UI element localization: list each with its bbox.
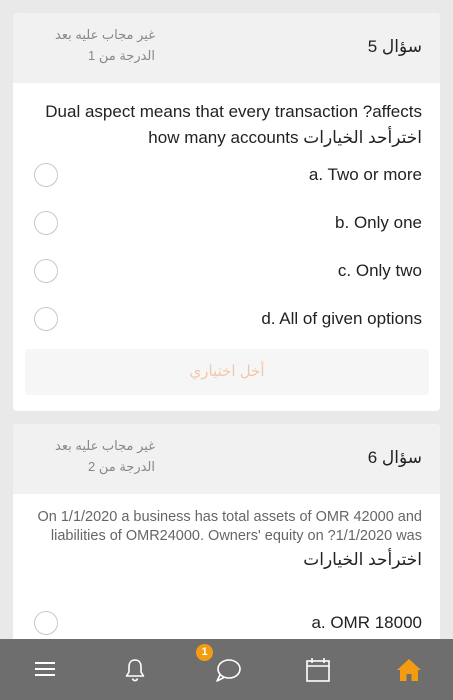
- calendar-icon[interactable]: [305, 657, 331, 683]
- bottom-tab-bar: 1: [0, 639, 453, 700]
- question-header: سؤال 6 غير مجاب عليه بعد الدرجة من 2: [13, 424, 440, 494]
- notifications-tab[interactable]: [90, 639, 180, 700]
- notification-badge: 1: [196, 644, 213, 661]
- question-number: سؤال 6: [367, 448, 422, 467]
- messages-tab[interactable]: [181, 639, 271, 700]
- answer-status: غير مجاب عليه بعد: [55, 27, 155, 42]
- menu-tab[interactable]: [0, 639, 90, 700]
- option-label[interactable]: b. Only one: [335, 213, 422, 233]
- bell-icon[interactable]: [123, 657, 147, 683]
- question-number: سؤال 5: [367, 37, 422, 56]
- grade-label: الدرجة من 2: [88, 459, 155, 474]
- option-a[interactable]: a. Two or more: [13, 155, 440, 195]
- option-c[interactable]: c. Only two: [13, 251, 440, 291]
- radio-button[interactable]: [34, 259, 58, 283]
- option-label[interactable]: c. Only two: [338, 261, 422, 281]
- option-label[interactable]: a. OMR 18000: [311, 613, 422, 633]
- option-d[interactable]: d. All of given options: [13, 299, 440, 339]
- question-header: سؤال 5 غير مجاب عليه بعد الدرجة من 1: [13, 13, 440, 83]
- grade-label: الدرجة من 1: [88, 48, 155, 63]
- question-text: Dual aspect means that every transaction…: [45, 102, 422, 147]
- radio-button[interactable]: [34, 307, 58, 331]
- chat-icon[interactable]: [214, 657, 242, 683]
- option-b[interactable]: b. Only one: [13, 203, 440, 243]
- option-label[interactable]: d. All of given options: [261, 309, 422, 329]
- calendar-tab[interactable]: [272, 639, 362, 700]
- question-text: On 1/1/2020 a business has total assets …: [37, 509, 423, 544]
- radio-button[interactable]: [34, 611, 58, 635]
- home-tab[interactable]: [363, 639, 453, 700]
- radio-button[interactable]: [34, 163, 58, 187]
- question-card-5: سؤال 5 غير مجاب عليه بعد الدرجة من 1 Dua…: [13, 13, 440, 411]
- radio-button[interactable]: [34, 211, 58, 235]
- option-label[interactable]: a. Two or more: [309, 165, 422, 185]
- question-status: غير مجاب عليه بعد الدرجة من 2: [25, 435, 155, 477]
- choose-prompt: اخترأحد الخيارات: [303, 550, 422, 569]
- home-icon[interactable]: [396, 657, 422, 683]
- clear-choice-button[interactable]: أخل اختياري: [25, 349, 429, 395]
- answer-status: غير مجاب عليه بعد: [55, 438, 155, 453]
- question-card-6: سؤال 6 غير مجاب عليه بعد الدرجة من 2 On …: [13, 424, 440, 654]
- menu-icon[interactable]: [33, 657, 57, 681]
- option-a[interactable]: a. OMR 18000: [13, 603, 440, 643]
- question-status: غير مجاب عليه بعد الدرجة من 1: [25, 24, 155, 66]
